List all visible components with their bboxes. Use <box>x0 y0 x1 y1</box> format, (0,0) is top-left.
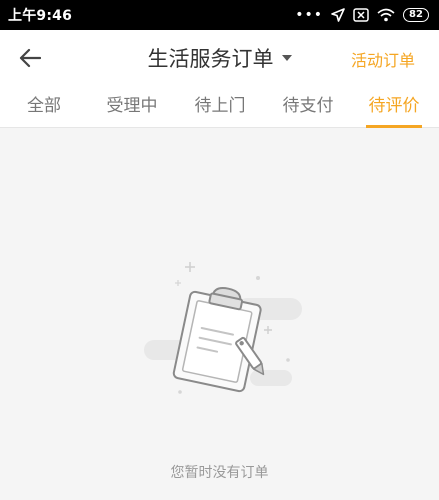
status-time: 上午9:46 <box>8 8 73 24</box>
order-tabs: 全部 受理中 待上门 待支付 待评价 <box>0 86 439 128</box>
status-icons: ••• 82 <box>295 8 429 22</box>
app-header: 生活服务订单 活动订单 <box>0 30 439 86</box>
clipboard-empty-icon <box>144 262 302 394</box>
more-dots-icon: ••• <box>295 7 323 23</box>
page-title: 生活服务订单 <box>147 47 274 71</box>
tab-awaiting-visit[interactable]: 待上门 <box>192 86 248 128</box>
tab-awaiting-payment[interactable]: 待支付 <box>280 86 336 128</box>
tab-processing[interactable]: 受理中 <box>104 86 160 128</box>
caret-down-icon <box>281 55 292 61</box>
location-arrow-icon <box>331 8 345 22</box>
activity-orders-link[interactable]: 活动订单 <box>351 47 415 71</box>
sim-off-icon <box>353 8 369 22</box>
back-button[interactable] <box>14 42 46 74</box>
empty-message: 您暂时没有订单 <box>170 465 269 481</box>
title-dropdown[interactable]: 生活服务订单 <box>148 43 292 73</box>
battery-icon: 82 <box>403 8 429 22</box>
tab-all[interactable]: 全部 <box>22 86 66 128</box>
back-arrow-icon <box>19 48 41 68</box>
wifi-icon <box>377 8 395 22</box>
tab-awaiting-review[interactable]: 待评价 <box>366 86 422 128</box>
status-bar: 上午9:46 ••• 82 <box>0 0 439 30</box>
